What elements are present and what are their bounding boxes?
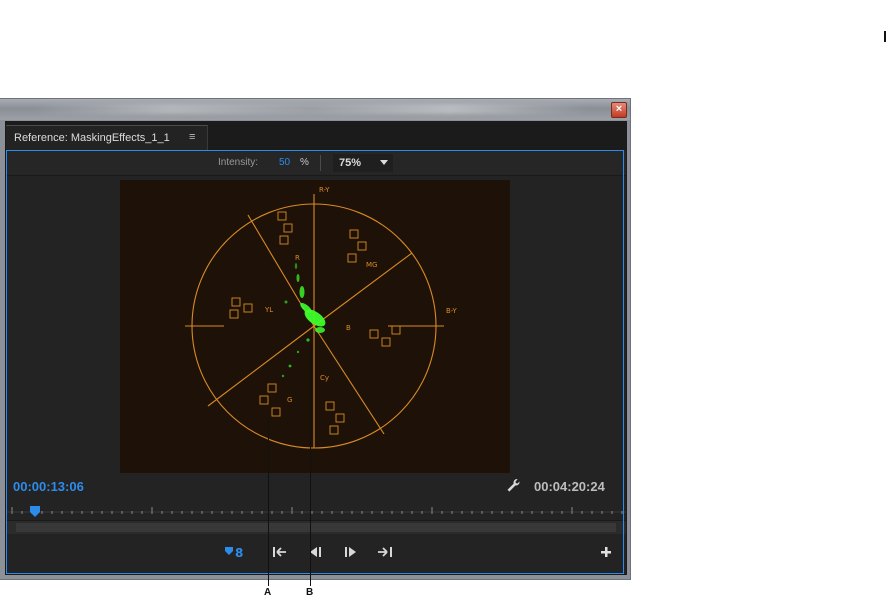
vectorscope-svg: R-Y B-Y R MG B Cy G YL <box>185 186 457 449</box>
callout-line-b <box>310 343 311 586</box>
panel-tabbar: Reference: MaskingEffects_1_1 ≡ <box>6 122 626 150</box>
callout-label-a: A <box>264 587 272 598</box>
reference-panel: Reference: MaskingEffects_1_1 ≡ Intensit… <box>5 121 627 575</box>
text-cursor <box>884 31 886 42</box>
axis-label-by: B-Y <box>446 307 457 315</box>
sector-label-g: G <box>287 396 292 404</box>
sector-label-cy: Cy <box>320 374 329 382</box>
intensity-unit: % <box>300 157 309 168</box>
wrench-icon[interactable] <box>505 477 521 498</box>
go-to-out-icon[interactable] <box>376 544 396 560</box>
callout-line-a <box>268 420 269 586</box>
callout-label-b: B <box>306 587 314 598</box>
sector-label-b: B <box>346 324 351 332</box>
current-timecode[interactable]: 00:00:13:06 <box>13 479 84 494</box>
zoom-value: 75% <box>339 157 362 169</box>
vectorscope-labels: R-Y B-Y R MG B Cy G YL <box>264 186 457 404</box>
intensity-value-field[interactable]: 50 <box>279 157 290 168</box>
reference-monitor-window: × Reference: MaskingEffects_1_1 ≡ Intens… <box>0 99 630 579</box>
chevron-down-icon <box>380 160 388 165</box>
marker-link-icon[interactable]: 8 <box>224 544 244 560</box>
axis-label-ry: R-Y <box>319 186 330 194</box>
playhead-handle[interactable] <box>30 506 40 517</box>
window-titlebar[interactable]: × <box>0 99 630 120</box>
sector-label-mg: MG <box>366 261 377 269</box>
step-forward-icon[interactable] <box>342 544 362 560</box>
tab-reference[interactable]: Reference: MaskingEffects_1_1 ≡ <box>6 125 208 150</box>
duration-timecode: 00:04:20:24 <box>534 479 605 494</box>
panel-menu-icon[interactable]: ≡ <box>189 131 195 143</box>
tab-label: Reference: MaskingEffects_1_1 <box>14 132 170 144</box>
add-button-icon[interactable] <box>598 544 618 560</box>
vectorscope-trace <box>281 263 326 378</box>
time-ruler[interactable] <box>6 504 626 520</box>
zoom-dropdown[interactable]: 75% <box>333 154 393 172</box>
scrollbar-thumb[interactable] <box>16 523 616 532</box>
close-button[interactable]: × <box>611 102 627 118</box>
titlebar-blur <box>30 104 590 114</box>
go-to-in-icon[interactable] <box>271 544 291 560</box>
scope-toolbar: Intensity: 50 % 75% <box>6 151 626 176</box>
toolbar-divider <box>320 155 321 171</box>
zoom-scrollbar[interactable] <box>6 520 626 534</box>
transport-controls: 8 <box>6 536 626 574</box>
svg-text:8: 8 <box>235 546 243 560</box>
sector-label-r: R <box>295 254 300 262</box>
vectorscope-display: R-Y B-Y R MG B Cy G YL <box>120 180 510 473</box>
intensity-label: Intensity: <box>218 157 259 168</box>
sector-label-yl: YL <box>264 306 273 314</box>
